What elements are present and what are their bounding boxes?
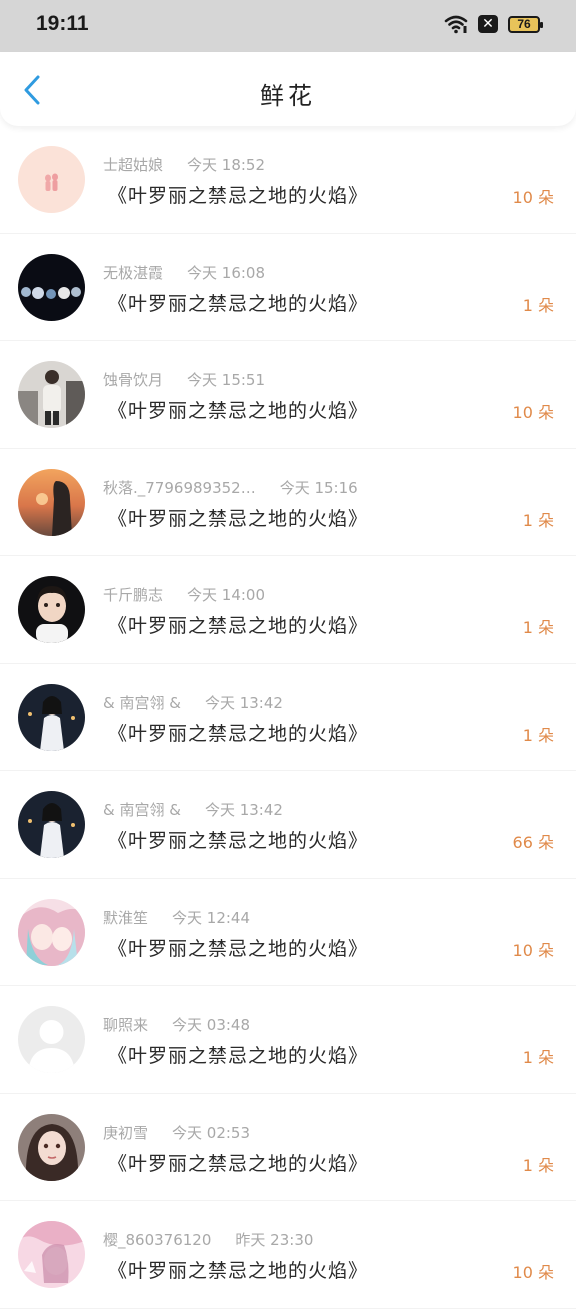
battery-icon: 76	[508, 15, 543, 33]
no-sim-icon: ✕	[478, 15, 498, 33]
avatar[interactable]	[18, 1221, 85, 1288]
page-title: 鲜花	[260, 82, 316, 110]
gift-list: 士超姑娘 今天 18:52 《叶罗丽之禁忌之地的火焰》 10 朵 无极湛霞 今天 16:…	[0, 126, 576, 1309]
timestamp: 今天 15:16	[279, 478, 358, 497]
list-item[interactable]: 秋落._7796989352… 今天 15:16 《叶罗丽之禁忌之地的火焰》 1 朵	[0, 449, 576, 556]
timestamp: 今天 15:51	[187, 371, 266, 389]
list-item[interactable]: 千斤鹏志 今天 14:00 《叶罗丽之禁忌之地的火焰》 1 朵	[0, 556, 576, 664]
item-meta: 秋落._7796989352… 今天 15:16	[103, 477, 358, 498]
book-title: 《叶罗丽之禁忌之地的火焰》	[108, 185, 369, 207]
avatar[interactable]	[18, 791, 85, 858]
item-meta: 聊照来 今天 03:48	[103, 1014, 250, 1035]
timestamp: 今天 12:44	[172, 908, 251, 927]
timestamp: 今天 14:00	[187, 586, 266, 604]
book-title: 《叶罗丽之禁忌之地的火焰》	[108, 937, 369, 960]
list-item[interactable]: 士超姑娘 今天 18:52 《叶罗丽之禁忌之地的火焰》 10 朵	[0, 126, 576, 234]
list-item[interactable]: & 南宫翎 & 今天 13:42 《叶罗丽之禁忌之地的火焰》 66 朵	[0, 771, 576, 879]
item-meta: 士超姑娘 今天 18:52	[103, 154, 265, 175]
timestamp: 今天 13:42	[204, 801, 283, 819]
avatar[interactable]	[18, 1113, 85, 1181]
book-title: 《叶罗丽之禁忌之地的火焰》	[108, 722, 369, 745]
flower-count: 66 朵	[512, 833, 554, 852]
user-name[interactable]: 樱_860376120	[103, 1231, 211, 1249]
book-title: 《叶罗丽之禁忌之地的火焰》	[108, 1260, 369, 1282]
book-title: 《叶罗丽之禁忌之地的火焰》	[108, 400, 369, 422]
user-name[interactable]: 默淮笙	[103, 909, 148, 927]
book-title: 《叶罗丽之禁忌之地的火焰》	[108, 507, 369, 530]
avatar[interactable]	[18, 361, 85, 428]
user-name[interactable]: 庚初雪	[103, 1124, 148, 1142]
user-name[interactable]: & 南宫翎 &	[103, 801, 181, 819]
item-meta: & 南宫翎 & 今天 13:42	[103, 799, 283, 820]
user-name[interactable]: & 南宫翎 &	[103, 694, 181, 712]
flower-count: 10 朵	[512, 1263, 554, 1282]
book-title: 《叶罗丽之禁忌之地的火焰》	[108, 292, 369, 315]
list-item[interactable]: 聊照来 今天 03:48 《叶罗丽之禁忌之地的火焰》 1 朵	[0, 986, 576, 1094]
flower-count: 1 朵	[522, 510, 554, 530]
user-name[interactable]: 蚀骨饮月	[103, 371, 163, 389]
list-item[interactable]: 无极湛霞 今天 16:08 《叶罗丽之禁忌之地的火焰》 1 朵	[0, 234, 576, 341]
user-name[interactable]: 无极湛霞	[103, 264, 163, 282]
status-time: 19:11	[36, 12, 89, 35]
timestamp: 今天 16:08	[187, 263, 266, 282]
book-title: 《叶罗丽之禁忌之地的火焰》	[108, 1152, 369, 1175]
flower-count: 10 朵	[512, 940, 554, 960]
list-item[interactable]: 樱_860376120 昨天 23:30 《叶罗丽之禁忌之地的火焰》 10 朵	[0, 1201, 576, 1309]
status-icons: ✕ 76	[444, 14, 543, 34]
item-meta: 默淮笙 今天 12:44	[103, 907, 250, 928]
flower-count: 10 朵	[512, 188, 554, 207]
book-title: 《叶罗丽之禁忌之地的火焰》	[108, 1045, 369, 1067]
wifi-icon	[444, 14, 468, 34]
book-title: 《叶罗丽之禁忌之地的火焰》	[108, 830, 369, 852]
timestamp: 今天 13:42	[204, 693, 283, 712]
timestamp: 今天 02:53	[172, 1123, 251, 1142]
avatar[interactable]	[18, 253, 85, 321]
avatar[interactable]	[18, 683, 85, 751]
item-meta: & 南宫翎 & 今天 13:42	[103, 692, 283, 713]
flower-count: 1 朵	[522, 295, 554, 315]
flower-count: 1 朵	[522, 1155, 554, 1175]
item-meta: 庚初雪 今天 02:53	[103, 1122, 250, 1143]
flower-count: 1 朵	[522, 618, 554, 637]
book-title: 《叶罗丽之禁忌之地的火焰》	[108, 615, 369, 637]
avatar[interactable]	[18, 898, 85, 966]
user-name[interactable]: 士超姑娘	[103, 156, 163, 174]
user-name[interactable]: 秋落._7796989352…	[103, 479, 256, 497]
user-name[interactable]: 千斤鹏志	[103, 586, 163, 604]
flower-count: 1 朵	[522, 1048, 554, 1067]
item-meta: 樱_860376120 昨天 23:30	[103, 1229, 313, 1250]
battery-level: 76	[517, 16, 531, 31]
list-item[interactable]: & 南宫翎 & 今天 13:42 《叶罗丽之禁忌之地的火焰》 1 朵	[0, 664, 576, 771]
flower-count: 10 朵	[512, 403, 554, 422]
avatar[interactable]	[18, 576, 85, 643]
avatar[interactable]	[18, 1006, 85, 1073]
avatar[interactable]	[18, 468, 85, 536]
list-item[interactable]: 蚀骨饮月 今天 15:51 《叶罗丽之禁忌之地的火焰》 10 朵	[0, 341, 576, 449]
avatar[interactable]	[18, 146, 85, 213]
timestamp: 昨天 23:30	[235, 1231, 314, 1249]
list-item[interactable]: 庚初雪 今天 02:53 《叶罗丽之禁忌之地的火焰》 1 朵	[0, 1094, 576, 1201]
status-bar: 19:11 ✕ 76	[0, 0, 576, 52]
item-meta: 无极湛霞 今天 16:08	[103, 262, 265, 283]
timestamp: 今天 03:48	[172, 1016, 251, 1034]
user-name[interactable]: 聊照来	[103, 1016, 148, 1034]
item-meta: 千斤鹏志 今天 14:00	[103, 584, 265, 605]
flower-count: 1 朵	[522, 725, 554, 745]
timestamp: 今天 18:52	[187, 156, 266, 174]
item-meta: 蚀骨饮月 今天 15:51	[103, 369, 265, 390]
nav-bar: 鲜花	[0, 52, 576, 126]
list-item[interactable]: 默淮笙 今天 12:44 《叶罗丽之禁忌之地的火焰》 10 朵	[0, 879, 576, 986]
